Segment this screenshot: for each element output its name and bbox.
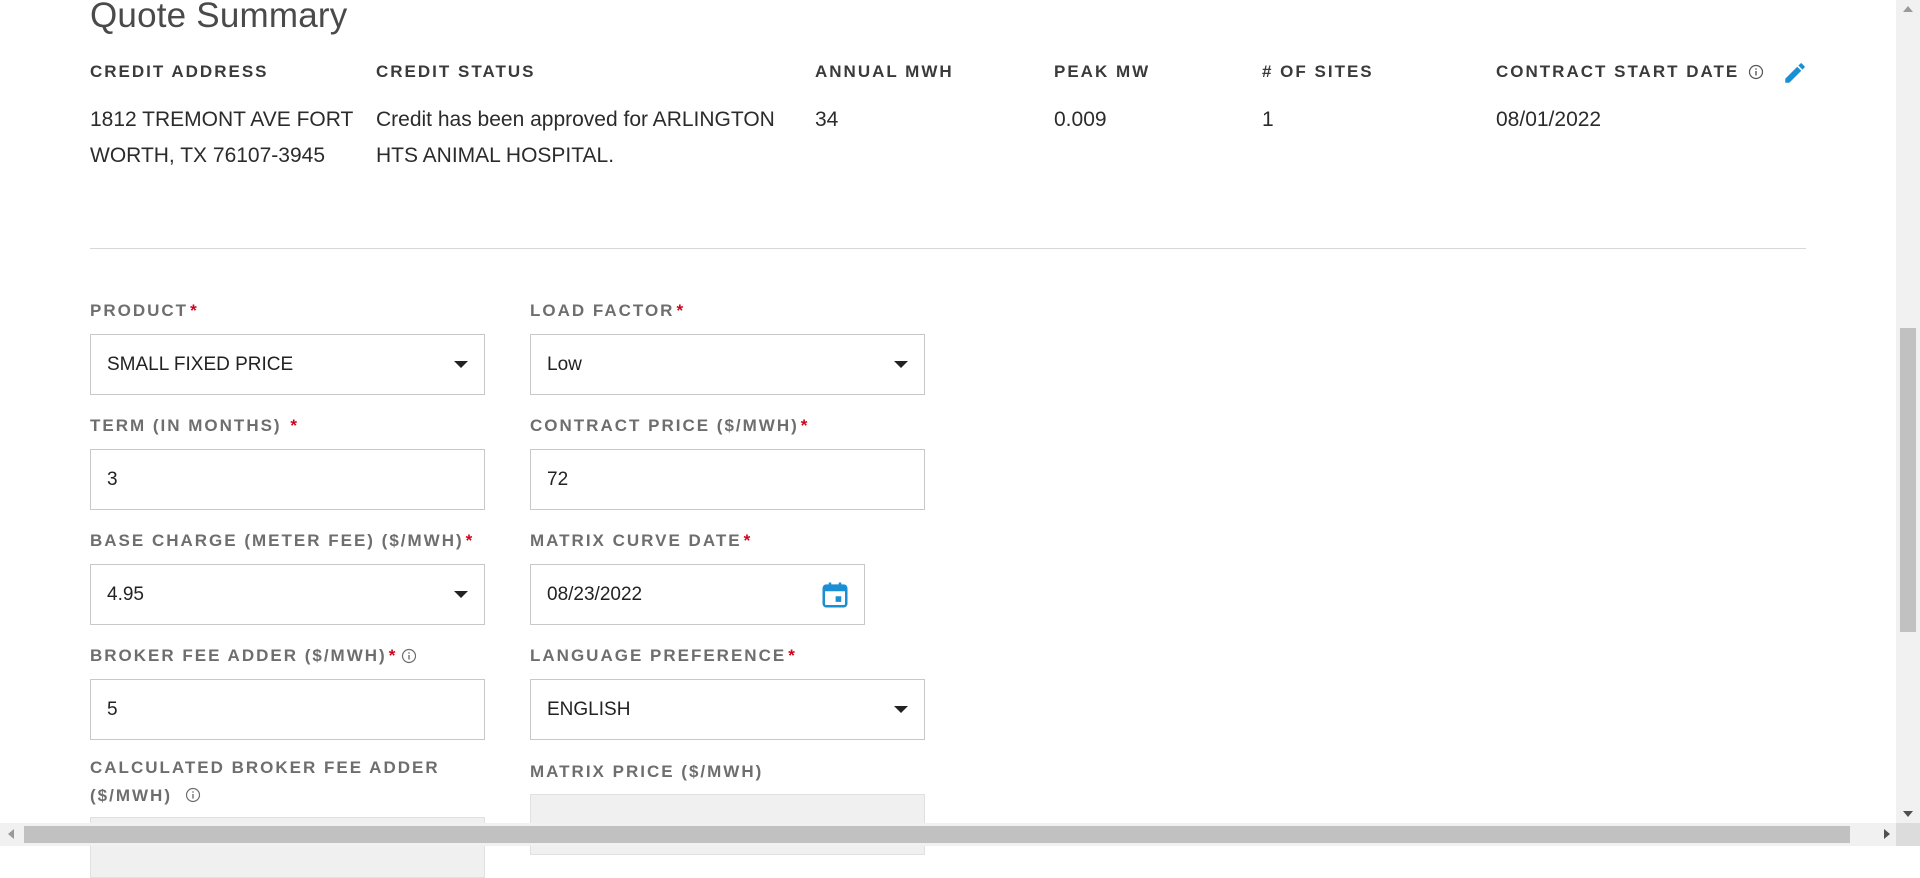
- credit-status-block: CREDIT STATUS Credit has been approved f…: [376, 62, 806, 174]
- matrix-price-label-row: MATRIX PRICE ($/MWH): [530, 758, 925, 786]
- contract-price-input[interactable]: 72: [530, 449, 925, 510]
- matrix-price-field: MATRIX PRICE ($/MWH): [530, 758, 925, 855]
- base-charge-value: 4.95: [107, 583, 144, 605]
- pencil-icon[interactable]: [1782, 60, 1808, 86]
- calc-broker-fee-field: CALCULATED BROKER FEE ADDER ($/MWH): [90, 754, 485, 878]
- base-charge-label: BASE CHARGE (METER FEE) ($/MWH): [90, 531, 464, 550]
- num-sites-value: 1: [1262, 108, 1274, 131]
- required-mark: *: [290, 416, 299, 435]
- scroll-right-arrow[interactable]: [1884, 829, 1890, 839]
- broker-fee-label: BROKER FEE ADDER ($/MWH): [90, 646, 387, 665]
- credit-address-label: CREDIT ADDRESS: [90, 62, 269, 81]
- annual-mwh-label: ANNUAL MWH: [815, 62, 954, 81]
- product-select[interactable]: SMALL FIXED PRICE: [90, 334, 485, 395]
- broker-fee-value: 5: [107, 698, 118, 720]
- calc-broker-fee-label-row: CALCULATED BROKER FEE ADDER ($/MWH): [90, 754, 470, 810]
- horizontal-scrollbar[interactable]: [0, 823, 1920, 846]
- base-charge-select[interactable]: 4.95: [90, 564, 485, 625]
- required-mark: *: [788, 646, 797, 665]
- peak-mw-block: PEAK MW 0.009: [1054, 62, 1244, 138]
- num-sites-label: # OF SITES: [1262, 62, 1374, 81]
- section-divider: [90, 248, 1806, 249]
- term-label: TERM (IN MONTHS): [90, 416, 289, 435]
- product-label-row: PRODUCT *: [90, 297, 485, 325]
- term-field: TERM (IN MONTHS) * 3: [90, 412, 485, 510]
- required-mark: *: [465, 531, 475, 550]
- scroll-up-arrow[interactable]: [1903, 6, 1913, 12]
- contract-start-value: 08/01/2022: [1496, 108, 1602, 131]
- required-mark: *: [800, 416, 810, 435]
- vertical-scrollbar[interactable]: [1896, 0, 1920, 823]
- required-mark: *: [388, 646, 398, 665]
- language-value: ENGLISH: [547, 698, 631, 720]
- broker-fee-label-row: BROKER FEE ADDER ($/MWH) *: [90, 642, 485, 670]
- credit-status-label: CREDIT STATUS: [376, 62, 536, 81]
- credit-address-value: 1812 TREMONT AVE FORT WORTH, TX 76107-39…: [90, 108, 353, 167]
- contract-price-label: CONTRACT PRICE ($/MWH): [530, 416, 799, 435]
- required-mark: *: [190, 301, 199, 320]
- term-label-row: TERM (IN MONTHS) *: [90, 412, 485, 440]
- product-field: PRODUCT * SMALL FIXED PRICE: [90, 297, 485, 395]
- term-value: 3: [107, 468, 118, 490]
- contract-price-label-row: CONTRACT PRICE ($/MWH) *: [530, 412, 925, 440]
- contract-start-label: CONTRACT START DATE: [1496, 62, 1740, 81]
- base-charge-field: BASE CHARGE (METER FEE) ($/MWH) * 4.95: [90, 527, 485, 625]
- contract-start-label-row: CONTRACT START DATE: [1496, 62, 1766, 82]
- matrix-price-label: MATRIX PRICE ($/MWH): [530, 762, 764, 781]
- num-sites-block: # OF SITES 1: [1262, 62, 1462, 138]
- product-value: SMALL FIXED PRICE: [107, 353, 294, 375]
- product-label: PRODUCT: [90, 301, 189, 320]
- chevron-down-icon: [454, 361, 468, 368]
- matrix-curve-date-value: 08/23/2022: [547, 583, 643, 605]
- horizontal-scroll-thumb[interactable]: [24, 826, 1850, 843]
- scroll-left-arrow[interactable]: [8, 829, 14, 839]
- page-title: Quote Summary: [90, 0, 348, 35]
- calendar-icon[interactable]: [820, 580, 850, 610]
- required-mark: *: [676, 301, 686, 320]
- load-factor-value: Low: [547, 353, 582, 375]
- chevron-down-icon: [894, 361, 908, 368]
- language-select[interactable]: ENGLISH: [530, 679, 925, 740]
- info-icon[interactable]: [185, 787, 201, 803]
- calc-broker-fee-label: CALCULATED BROKER FEE ADDER ($/MWH): [90, 758, 440, 805]
- load-factor-field: LOAD FACTOR * Low: [530, 297, 925, 395]
- info-icon[interactable]: [1748, 64, 1764, 80]
- peak-mw-label: PEAK MW: [1054, 62, 1151, 81]
- contract-start-block: CONTRACT START DATE 08/01/2022: [1496, 62, 1766, 138]
- broker-fee-input[interactable]: 5: [90, 679, 485, 740]
- scrollbar-corner: [1896, 823, 1920, 846]
- peak-mw-value: 0.009: [1054, 108, 1107, 131]
- load-factor-label: LOAD FACTOR: [530, 301, 675, 320]
- credit-address-block: CREDIT ADDRESS 1812 TREMONT AVE FORT WOR…: [90, 62, 370, 174]
- credit-status-value: Credit has been approved for ARLINGTON H…: [376, 108, 775, 167]
- annual-mwh-block: ANNUAL MWH 34: [815, 62, 1035, 138]
- matrix-curve-date-label-row: MATRIX CURVE DATE *: [530, 527, 925, 555]
- contract-price-value: 72: [547, 468, 569, 490]
- vertical-scroll-thumb[interactable]: [1900, 328, 1916, 632]
- load-factor-select[interactable]: Low: [530, 334, 925, 395]
- language-label-row: LANGUAGE PREFERENCE *: [530, 642, 925, 670]
- matrix-curve-date-label: MATRIX CURVE DATE: [530, 531, 742, 550]
- required-mark: *: [743, 531, 753, 550]
- scroll-down-arrow[interactable]: [1903, 811, 1913, 817]
- annual-mwh-value: 34: [815, 108, 839, 131]
- chevron-down-icon: [894, 706, 908, 713]
- language-label: LANGUAGE PREFERENCE: [530, 646, 787, 665]
- chevron-down-icon: [454, 591, 468, 598]
- language-field: LANGUAGE PREFERENCE * ENGLISH: [530, 642, 925, 740]
- broker-fee-field: BROKER FEE ADDER ($/MWH) * 5: [90, 642, 485, 740]
- base-charge-label-row: BASE CHARGE (METER FEE) ($/MWH) *: [90, 527, 485, 555]
- matrix-curve-date-field: MATRIX CURVE DATE * 08/23/2022: [530, 527, 925, 625]
- info-icon[interactable]: [401, 648, 417, 664]
- term-input[interactable]: 3: [90, 449, 485, 510]
- contract-price-field: CONTRACT PRICE ($/MWH) * 72: [530, 412, 925, 510]
- load-factor-label-row: LOAD FACTOR *: [530, 297, 925, 325]
- matrix-curve-date-input[interactable]: 08/23/2022: [530, 564, 865, 625]
